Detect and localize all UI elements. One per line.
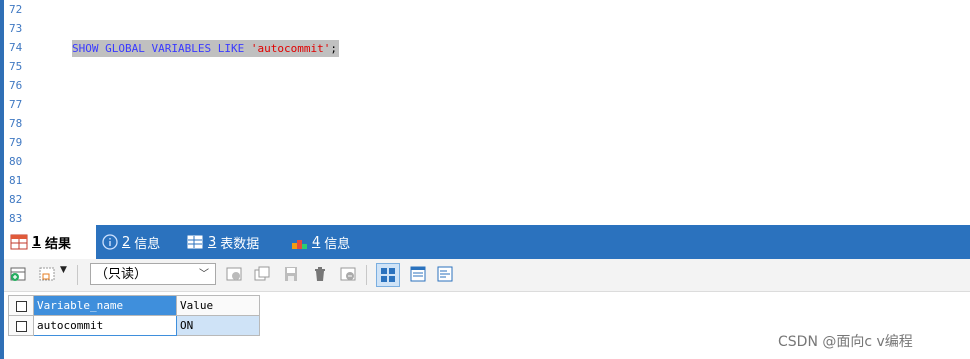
- sql-semicolon: ;: [330, 42, 337, 55]
- edit-mode-select[interactable]: （只读） ﹀: [90, 263, 216, 285]
- tab-number: 3: [208, 234, 217, 250]
- tab-label: 信息: [324, 236, 351, 252]
- table-cell[interactable]: ON: [176, 315, 260, 336]
- sql-keyword: LIKE: [217, 42, 245, 55]
- select-all-cell[interactable]: [8, 295, 34, 316]
- toolbar-divider: [77, 265, 78, 285]
- tab-number: 1: [32, 234, 42, 250]
- line-number: 79: [9, 136, 23, 149]
- checkbox-icon: [15, 320, 27, 332]
- tab-table-data[interactable]: 3 表数据: [187, 225, 259, 259]
- sql-keyword: VARIABLES: [151, 42, 212, 55]
- table-icon: [187, 235, 203, 249]
- line-number: 81: [9, 174, 23, 187]
- checkbox-icon: [15, 300, 27, 312]
- chevron-down-icon[interactable]: ▼: [60, 265, 67, 275]
- result-tab-bar: 1 结果 2 信息 3 表数据 4 信息: [4, 225, 970, 259]
- watermark-text: CSDN @面向c v编程: [778, 334, 913, 350]
- sql-string: 'autocommit': [250, 42, 331, 55]
- tab-number: 2: [122, 234, 131, 250]
- table-row[interactable]: autocommit ON: [8, 315, 260, 336]
- sql-keyword: GLOBAL: [105, 42, 145, 55]
- chart-icon: [292, 240, 307, 249]
- toolbar-divider: [366, 265, 367, 285]
- line-number: 73: [9, 22, 23, 35]
- sql-keyword: SHOW: [72, 42, 99, 55]
- copy-icon[interactable]: [254, 266, 270, 282]
- table-cell[interactable]: autocommit: [33, 315, 177, 336]
- line-number: 83: [9, 212, 23, 225]
- export-icon[interactable]: [226, 266, 242, 282]
- column-header[interactable]: Variable_name: [33, 295, 177, 316]
- grid-view-button[interactable]: [376, 263, 400, 287]
- delete-icon[interactable]: [312, 266, 328, 282]
- text-view-icon[interactable]: [437, 266, 453, 282]
- line-number: 77: [9, 98, 23, 111]
- chevron-down-icon: ﹀: [199, 269, 209, 280]
- form-view-icon[interactable]: [410, 266, 426, 282]
- line-number: 78: [9, 117, 23, 130]
- line-number: 75: [9, 60, 23, 73]
- insert-row-icon[interactable]: [39, 266, 55, 282]
- sql-editor[interactable]: 72 73 74 75 76 77 78 79 80 81 82 83 SHOW…: [4, 0, 970, 225]
- selected-sql-statement[interactable]: SHOW GLOBAL VARIABLES LIKE 'autocommit';: [72, 40, 339, 57]
- line-number: 80: [9, 155, 23, 168]
- row-select-cell[interactable]: [8, 315, 34, 336]
- grid-icon: [10, 234, 28, 250]
- column-header[interactable]: Value: [176, 295, 260, 316]
- tab-number: 4: [312, 234, 321, 250]
- line-number: 74: [9, 41, 23, 54]
- result-grid: Variable_name Value autocommit ON: [8, 295, 260, 336]
- tab-label: 信息: [134, 236, 161, 252]
- refresh-grid-icon[interactable]: [340, 266, 356, 282]
- line-number: 76: [9, 79, 23, 92]
- tab-label: 表数据: [220, 236, 260, 252]
- line-number: 72: [9, 3, 23, 16]
- save-icon[interactable]: [283, 266, 299, 282]
- result-toolbar: ▼ （只读） ﹀: [4, 259, 970, 292]
- add-row-icon[interactable]: [10, 266, 26, 282]
- tab-results[interactable]: 1 结果: [4, 225, 96, 259]
- line-number: 82: [9, 193, 23, 206]
- info-icon: [102, 234, 118, 250]
- tab-label: 结果: [45, 236, 72, 252]
- tab-messages[interactable]: 2 信息: [102, 225, 160, 259]
- edit-mode-value: （只读）: [95, 267, 148, 282]
- tab-info[interactable]: 4 信息: [291, 225, 350, 259]
- grid-view-icon: [381, 268, 395, 282]
- grid-header-row: Variable_name Value: [8, 295, 260, 316]
